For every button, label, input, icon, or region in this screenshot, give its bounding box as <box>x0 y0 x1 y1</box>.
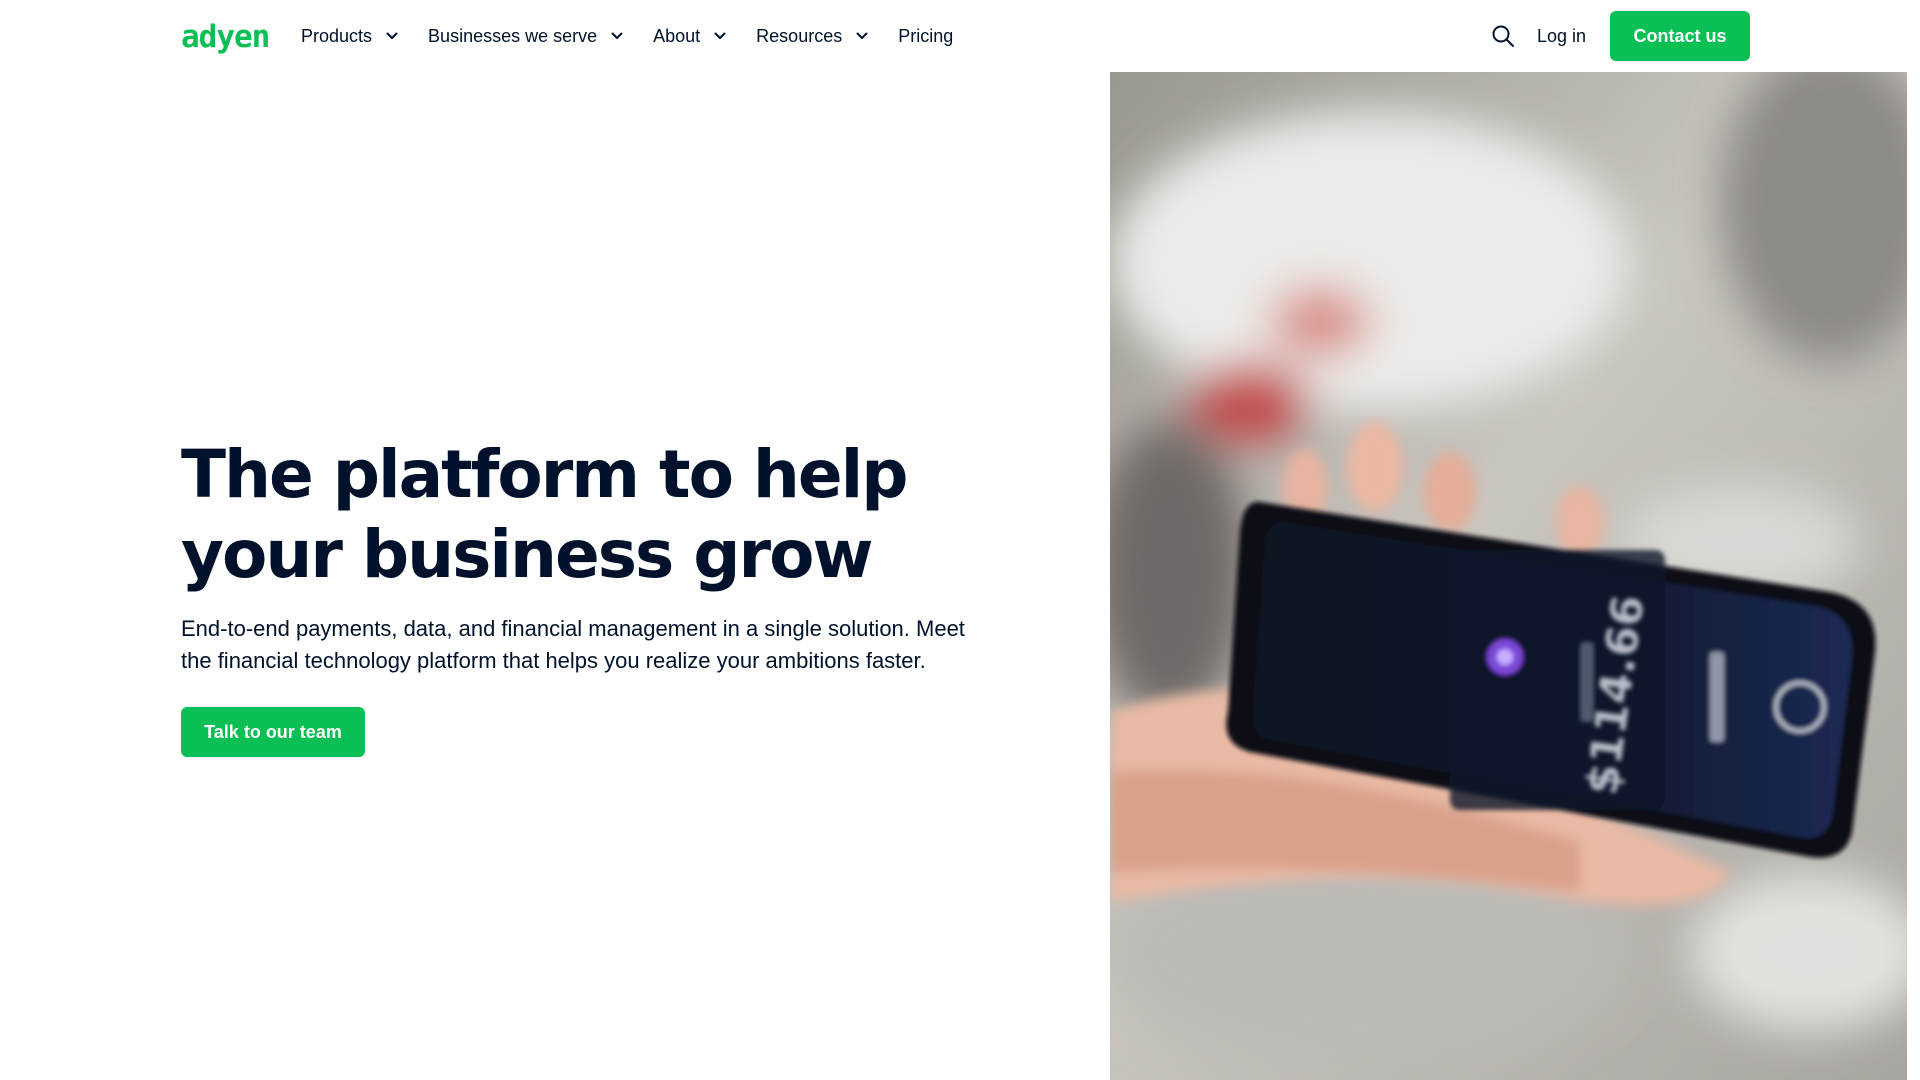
search-icon <box>1492 25 1514 47</box>
hero-title: The platform to help your business grow <box>181 436 909 593</box>
nav-item-label: Products <box>301 25 373 46</box>
nav-actions: Log in Contact us <box>1489 11 1750 61</box>
nav-item-pricing[interactable]: Pricing <box>898 26 953 47</box>
chevron-down-icon <box>386 30 398 42</box>
nav-item-label: Pricing <box>898 25 954 46</box>
contact-us-button[interactable]: Contact us <box>1610 11 1750 61</box>
hero-content: The platform to help your business grow … <box>181 435 1021 757</box>
search-button[interactable] <box>1489 22 1517 50</box>
top-navigation: adyen Products Businesses we serve About… <box>0 0 1920 72</box>
chevron-down-icon <box>856 30 868 42</box>
nav-item-resources[interactable]: Resources <box>756 26 868 47</box>
nav-item-label: About <box>653 25 701 46</box>
nav-item-products[interactable]: Products <box>301 26 398 47</box>
hero-phone-image: $114.66 <box>1110 72 1907 1080</box>
adyen-logo[interactable]: adyen <box>181 18 276 56</box>
login-link[interactable]: Log in <box>1537 26 1586 47</box>
chevron-down-icon <box>611 30 623 42</box>
chevron-down-icon <box>714 30 726 42</box>
nav-item-label: Resources <box>756 25 843 46</box>
nav-item-businesses-we-serve[interactable]: Businesses we serve <box>428 26 623 47</box>
nav-item-label: Businesses we serve <box>428 25 598 46</box>
main-menu: Products Businesses we serve About Resou… <box>301 0 983 72</box>
nav-item-about[interactable]: About <box>653 26 726 47</box>
logo-text: adyen <box>181 18 270 55</box>
talk-to-our-team-button[interactable]: Talk to our team <box>181 707 365 757</box>
hero-subtitle: End-to-end payments, data, and financial… <box>181 616 965 673</box>
hero-video: $114.66 <box>1110 72 1907 1080</box>
